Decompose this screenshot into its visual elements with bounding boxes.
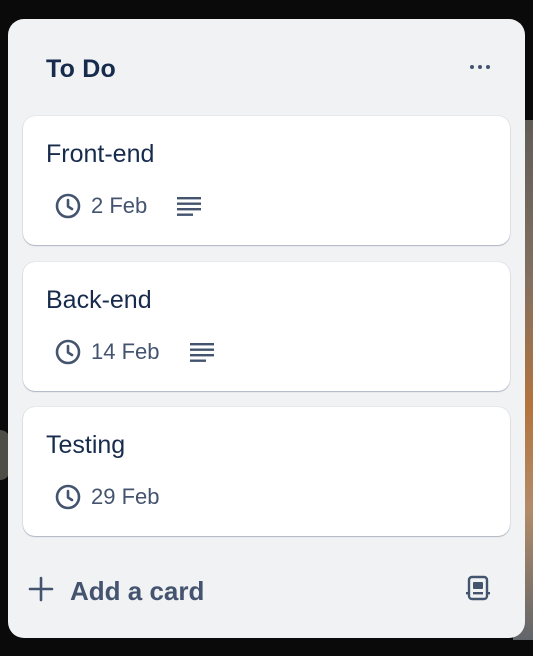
- list-column: To Do Front-end 2 Feb Back-end 14 Feb Te…: [8, 19, 525, 638]
- description-badge: [189, 342, 214, 362]
- list-header: To Do: [8, 19, 525, 117]
- description-badge: [177, 196, 202, 216]
- card-badges: 14 Feb: [55, 338, 214, 366]
- card-template-icon: [465, 575, 491, 606]
- description-lines-icon: [189, 342, 214, 362]
- list-menu-button[interactable]: [465, 52, 495, 82]
- plus-icon: [28, 576, 54, 607]
- card-title: Front-end: [46, 140, 155, 168]
- clock-icon: [55, 193, 81, 219]
- due-date-text: 14 Feb: [91, 339, 160, 364]
- card[interactable]: Front-end 2 Feb: [23, 116, 510, 245]
- due-date-text: 29 Feb: [91, 484, 160, 509]
- add-card-button[interactable]: Add a card: [28, 569, 204, 613]
- due-date-badge[interactable]: 2 Feb: [55, 193, 147, 219]
- add-card-label: Add a card: [70, 575, 205, 606]
- card-badges: 29 Feb: [55, 483, 160, 511]
- card[interactable]: Testing 29 Feb: [23, 407, 510, 536]
- description-lines-icon: [177, 196, 202, 216]
- card-badges: 2 Feb: [55, 192, 202, 220]
- due-date-text: 2 Feb: [91, 193, 148, 218]
- create-from-template-button[interactable]: [463, 575, 493, 605]
- card-title: Back-end: [46, 286, 152, 314]
- list-title[interactable]: To Do: [46, 55, 116, 84]
- card-title: Testing: [46, 431, 126, 459]
- due-date-badge[interactable]: 14 Feb: [55, 339, 160, 365]
- card[interactable]: Back-end 14 Feb: [23, 262, 510, 391]
- due-date-badge[interactable]: 29 Feb: [55, 484, 160, 510]
- clock-icon: [55, 484, 81, 510]
- more-horizontal-icon: [468, 65, 492, 69]
- clock-icon: [55, 339, 81, 365]
